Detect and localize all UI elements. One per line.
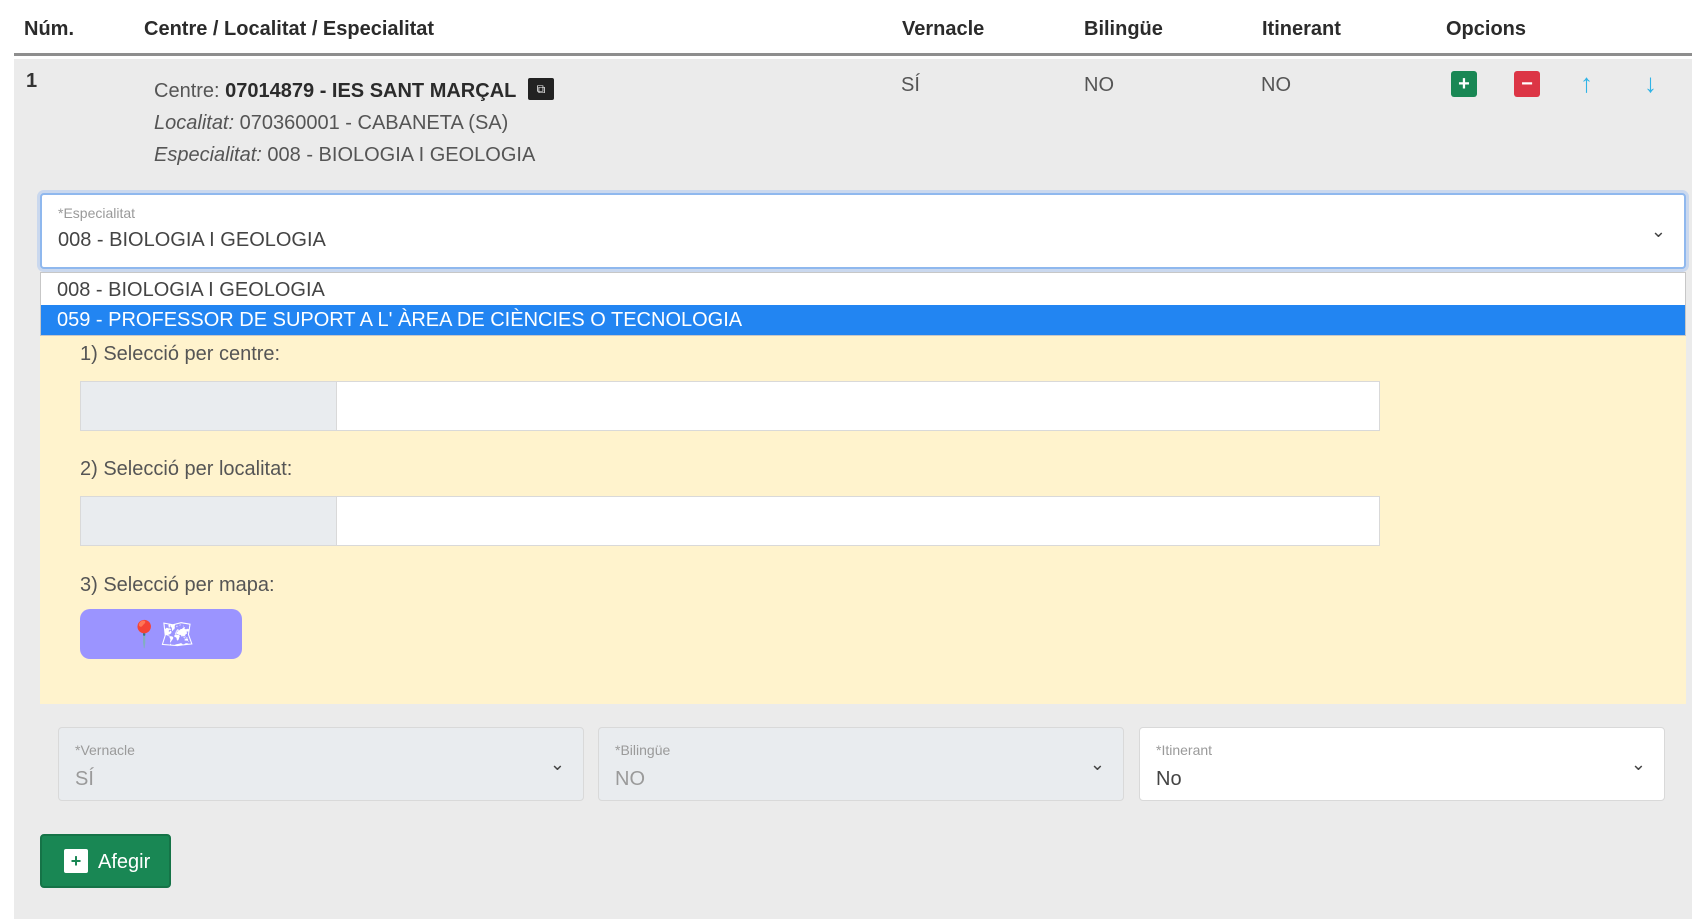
itinerant-select-label: *Itinerant (1156, 742, 1213, 758)
row-localitat: Localitat: 070360001 - CABANETA (SA) (154, 112, 508, 135)
itinerant-select-value: No (1156, 768, 1182, 790)
localitat-code-addon (81, 497, 337, 545)
chevron-down-icon: ⌄ (549, 754, 565, 774)
bilingue-select[interactable]: *Bilingüe NO ⌄ (598, 727, 1124, 801)
localitat-input-group (80, 496, 1380, 546)
especialitat-label: Especialitat: (154, 144, 262, 166)
arrow-up-icon[interactable]: ↑ (1580, 68, 1593, 99)
localitat-label: Localitat: (154, 112, 235, 134)
minus-icon[interactable]: − (1514, 71, 1540, 97)
by-localitat-label: 2) Selecció per localitat: (80, 458, 293, 480)
chevron-down-icon: ⌄ (1089, 754, 1105, 774)
centre-code-addon (81, 382, 337, 430)
especialitat-select[interactable]: *Especialitat 008 - BIOLOGIA I GEOLOGIA … (40, 193, 1686, 269)
localitat-value: 070360001 - CABANETA (SA) (239, 112, 509, 134)
map-button[interactable]: 📍🗺 (80, 609, 242, 659)
plus-icon[interactable]: + (1451, 71, 1477, 97)
centre-input-group (80, 381, 1380, 431)
by-centre-label: 1) Selecció per centre: (80, 343, 281, 365)
centre-label: Centre: (154, 80, 220, 102)
itinerant-select[interactable]: *Itinerant No ⌄ (1139, 727, 1665, 801)
map-icon: 📍🗺 (128, 619, 194, 649)
bilingue-select-label: *Bilingüe (615, 742, 671, 758)
bilingue-select-value: NO (615, 768, 645, 790)
arrow-down-icon[interactable]: ↓ (1644, 68, 1657, 99)
row-especialitat: Especialitat: 008 - BIOLOGIA I GEOLOGIA (154, 144, 535, 167)
vernacle-select-value: SÍ (75, 768, 94, 790)
col-centre: Centre / Localitat / Especialitat (144, 18, 435, 40)
row-vernacle: SÍ (901, 74, 920, 96)
copy-icon[interactable]: ⧉ (527, 78, 554, 100)
row-centre: Centre: 07014879 - IES SANT MARÇAL ⧉ (154, 78, 554, 103)
row-bilingue: NO (1084, 74, 1114, 96)
col-vernacle: Vernacle (902, 18, 985, 40)
col-bilingue: Bilingüe (1084, 18, 1163, 40)
chevron-down-icon: ⌄ (1630, 754, 1646, 774)
col-num: Núm. (24, 18, 74, 40)
option-059[interactable]: 059 - PROFESSOR DE SUPORT A L' ÀREA DE C… (41, 305, 1685, 335)
add-button[interactable]: + Afegir (40, 834, 171, 888)
row-itinerant: NO (1261, 74, 1291, 96)
chevron-down-icon: ⌄ (1650, 221, 1666, 241)
centre-value: 07014879 - IES SANT MARÇAL (225, 80, 517, 102)
especialitat-value: 008 - BIOLOGIA I GEOLOGIA (267, 144, 536, 166)
localitat-search-input[interactable] (338, 497, 1379, 545)
table-header: Núm. Centre / Localitat / Especialitat V… (14, 0, 1692, 56)
by-map-label: 3) Selecció per mapa: (80, 574, 275, 596)
plus-icon: + (64, 849, 88, 873)
col-itinerant: Itinerant (1262, 18, 1341, 40)
especialitat-select-label: *Especialitat (58, 205, 136, 221)
centre-search-input[interactable] (338, 382, 1379, 430)
especialitat-select-value: 008 - BIOLOGIA I GEOLOGIA (58, 229, 326, 251)
add-button-label: Afegir (98, 851, 151, 873)
vernacle-select-label: *Vernacle (75, 742, 135, 758)
especialitat-options: 008 - BIOLOGIA I GEOLOGIA 059 - PROFESSO… (40, 272, 1686, 336)
vernacle-select[interactable]: *Vernacle SÍ ⌄ (58, 727, 584, 801)
col-opcions: Opcions (1446, 18, 1527, 40)
row-number: 1 (26, 70, 38, 92)
option-008[interactable]: 008 - BIOLOGIA I GEOLOGIA (41, 275, 1685, 305)
page: Núm. Centre / Localitat / Especialitat V… (0, 0, 1692, 919)
